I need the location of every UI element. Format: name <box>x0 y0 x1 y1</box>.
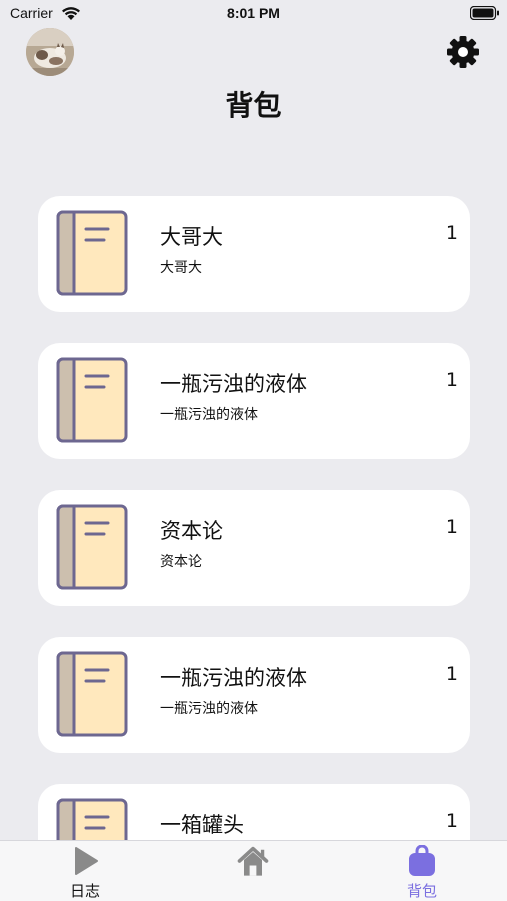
tab-bar: 日志 背包 <box>0 840 507 901</box>
item-description: 一瓶污浊的液体 <box>160 701 258 717</box>
list-item[interactable]: 一瓶污浊的液体 一瓶污浊的液体 1 <box>38 343 470 459</box>
tab-home[interactable] <box>193 841 313 901</box>
tab-backpack-label: 背包 <box>406 882 437 900</box>
item-count: 1 <box>445 516 458 538</box>
avatar[interactable] <box>26 28 74 76</box>
tab-log-label: 日志 <box>69 882 100 900</box>
item-name: 一箱罐头 <box>160 813 244 837</box>
home-icon <box>237 846 269 876</box>
list-item[interactable]: 资本论 资本论 1 <box>38 490 470 606</box>
book-icon <box>56 651 128 737</box>
item-name: 大哥大 <box>160 225 223 249</box>
item-name: 一瓶污浊的液体 <box>160 372 307 396</box>
play-icon <box>75 847 98 875</box>
item-description: 一瓶污浊的液体 <box>160 407 258 423</box>
inventory-list[interactable]: 大哥大 大哥大 1 一瓶污浊的液体 一瓶污浊的液体 1 资本论 资本论 1 一瓶污浊的液体 一瓶污浊… <box>0 0 507 840</box>
tab-backpack[interactable]: 背包 <box>362 841 482 901</box>
item-description: 大哥大 <box>160 260 202 276</box>
book-icon <box>56 504 128 590</box>
list-item[interactable]: 一箱罐头 1 <box>38 784 470 840</box>
item-count: 1 <box>445 810 458 832</box>
book-icon <box>56 210 128 296</box>
item-description: 资本论 <box>160 554 202 570</box>
bag-icon <box>409 845 435 876</box>
item-name: 资本论 <box>160 519 223 543</box>
item-name: 一瓶污浊的液体 <box>160 666 307 690</box>
cat-photo-avatar-icon <box>26 28 74 76</box>
book-icon <box>56 798 128 840</box>
page-title: 背包 <box>225 89 282 122</box>
gear-icon[interactable] <box>445 34 481 70</box>
book-icon <box>56 357 128 443</box>
item-count: 1 <box>445 663 458 685</box>
tab-log[interactable]: 日志 <box>25 841 145 901</box>
item-count: 1 <box>445 369 458 391</box>
list-item[interactable]: 大哥大 大哥大 1 <box>38 196 470 312</box>
list-item[interactable]: 一瓶污浊的液体 一瓶污浊的液体 1 <box>38 637 470 753</box>
item-count: 1 <box>445 222 458 244</box>
